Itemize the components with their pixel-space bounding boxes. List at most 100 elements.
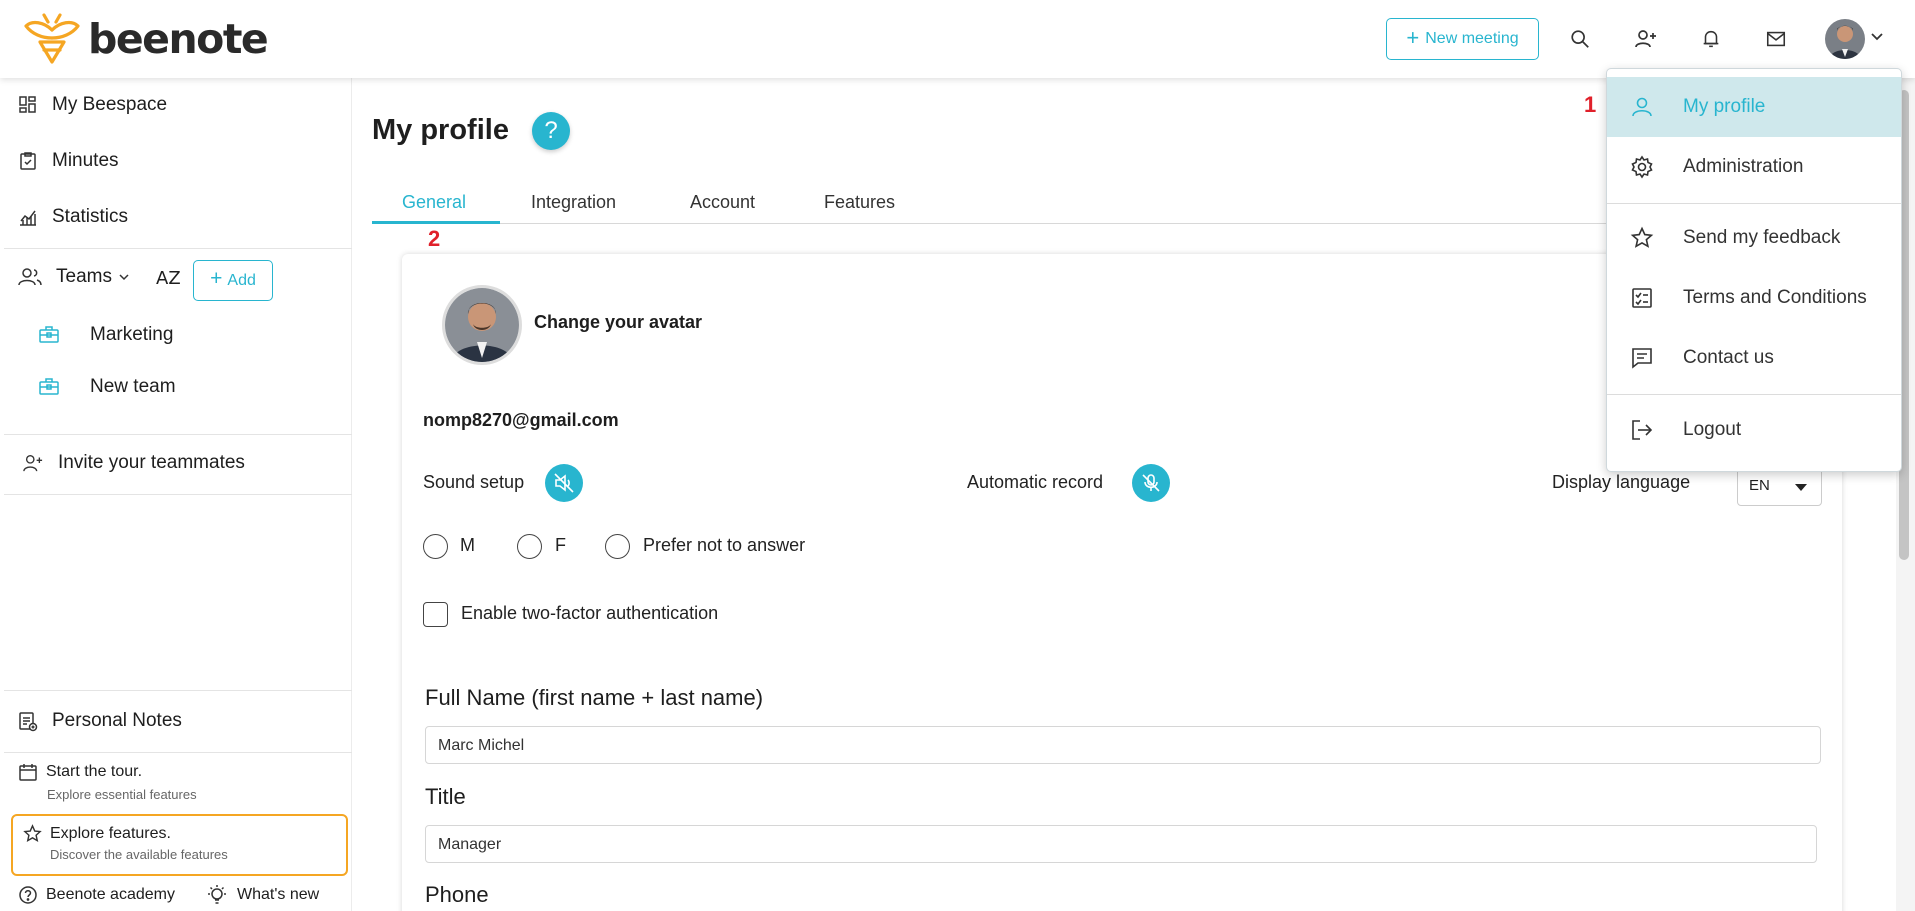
tab-features[interactable]: Features	[824, 192, 895, 213]
bell-icon[interactable]	[1696, 24, 1726, 54]
active-tab-indicator	[372, 221, 500, 224]
help-label: ?	[544, 117, 558, 144]
dashboard-icon	[19, 96, 36, 113]
add-user-icon[interactable]	[1631, 24, 1661, 54]
step-marker: 1	[1584, 92, 1597, 117]
menu-item-administration[interactable]: Administration	[1607, 137, 1901, 197]
mail-icon[interactable]	[1761, 24, 1791, 54]
title-input[interactable]: Manager	[425, 825, 1817, 863]
full-name-label: Full Name (first name + last name)	[425, 685, 764, 710]
divider	[1607, 394, 1901, 395]
lightbulb-icon	[207, 885, 226, 904]
gender-label-m: M	[460, 535, 475, 555]
automatic-record-label: Automatic record	[967, 472, 1104, 492]
gender-radio-prefer-not[interactable]	[605, 534, 630, 559]
bottom-links: Beenote academy What's new	[18, 884, 319, 906]
beenote-logo[interactable]: beenote	[22, 12, 269, 66]
menu-item-label: Logout	[1683, 419, 1742, 440]
gender-label-f: F	[555, 535, 566, 555]
help-button[interactable]: ?	[532, 112, 570, 150]
menu-item-my-profile[interactable]: My profile	[1607, 77, 1901, 137]
menu-item-label: Administration	[1683, 156, 1804, 177]
invite-teammates-link[interactable]: Invite your teammates	[22, 452, 245, 474]
step-marker: 2	[428, 226, 441, 251]
divider	[4, 494, 352, 495]
tour-title: Start the tour.	[46, 763, 143, 780]
sidebar-item-minutes[interactable]: Minutes	[18, 150, 119, 172]
search-icon[interactable]	[1565, 24, 1595, 54]
personal-notes-label: Personal Notes	[52, 710, 182, 731]
microphone-off-icon	[1142, 474, 1160, 492]
briefcase-icon	[38, 324, 60, 349]
tab-general[interactable]: General	[402, 192, 466, 213]
divider	[4, 434, 352, 435]
chevron-down-icon	[119, 274, 129, 281]
plus-icon: +	[1406, 24, 1420, 50]
new-meeting-button[interactable]: + New meeting	[1386, 18, 1539, 60]
menu-item-terms[interactable]: Terms and Conditions	[1607, 268, 1901, 328]
teams-toggle[interactable]: Teams	[18, 266, 130, 288]
explore-title: Explore features.	[50, 824, 171, 842]
language-select[interactable]: EN	[1737, 466, 1822, 506]
sort-az-icon[interactable]: AZ	[156, 268, 181, 289]
add-team-button[interactable]: + Add	[193, 260, 273, 301]
team-label: Marketing	[90, 324, 174, 345]
two-factor-label: Enable two-factor authentication	[461, 603, 719, 623]
sidebar-item-label: Minutes	[52, 150, 119, 171]
user-avatar[interactable]	[1825, 19, 1865, 59]
full-name-input[interactable]: Marc Michel	[425, 726, 1821, 764]
menu-item-label: Contact us	[1683, 347, 1774, 368]
tab-account[interactable]: Account	[690, 192, 755, 213]
top-bar: beenote + New meeting	[0, 0, 1915, 78]
help-circle-icon	[19, 886, 37, 904]
change-avatar-link[interactable]: Change your avatar	[534, 312, 702, 333]
chart-icon	[20, 210, 36, 226]
calendar-icon	[19, 764, 37, 781]
whats-new-link[interactable]: What's new	[237, 886, 319, 904]
two-factor-checkbox[interactable]	[423, 602, 448, 627]
star-icon	[23, 824, 42, 843]
profile-avatar[interactable]	[442, 285, 522, 365]
team-icon	[18, 268, 42, 286]
tour-subtitle: Explore essential features	[47, 787, 197, 802]
logo-text: beenote	[88, 15, 269, 63]
clipboard-check-icon	[20, 152, 36, 170]
gear-icon	[1629, 154, 1655, 180]
menu-item-label: Send my feedback	[1683, 227, 1841, 248]
sidebar-item-statistics[interactable]: Statistics	[18, 206, 128, 228]
menu-item-logout[interactable]: Logout	[1607, 400, 1901, 460]
title-label: Title	[425, 784, 466, 809]
user-icon	[1629, 94, 1655, 120]
beenote-academy-link[interactable]: Beenote academy	[46, 886, 175, 904]
menu-item-send-feedback[interactable]: Send my feedback	[1607, 208, 1901, 268]
page-title: My profile	[372, 114, 509, 146]
menu-item-contact-us[interactable]: Contact us	[1607, 328, 1901, 388]
divider	[4, 248, 352, 249]
menu-item-label: Terms and Conditions	[1683, 287, 1867, 308]
team-label: New team	[90, 376, 176, 397]
gender-radio-m[interactable]	[423, 534, 448, 559]
logout-icon	[1629, 417, 1655, 443]
title-value: Manager	[438, 836, 502, 853]
team-item-new-team[interactable]: New team	[90, 376, 176, 398]
add-label: Add	[227, 271, 256, 289]
automatic-record-toggle[interactable]	[1132, 464, 1170, 502]
tab-integration[interactable]: Integration	[531, 192, 616, 213]
display-language-label: Display language	[1552, 472, 1691, 492]
gender-label-prefer-not: Prefer not to answer	[643, 535, 806, 555]
start-tour-link[interactable]: Start the tour. Explore essential featur…	[18, 762, 197, 802]
team-item-marketing[interactable]: Marketing	[90, 324, 173, 346]
personal-notes-link[interactable]: Personal Notes	[18, 710, 182, 732]
new-meeting-label: New meeting	[1425, 30, 1519, 47]
gender-radio-f[interactable]	[517, 534, 542, 559]
explore-features-link[interactable]: Explore features. Discover the available…	[11, 814, 348, 876]
chevron-down-icon[interactable]	[1870, 30, 1884, 49]
checklist-icon	[1629, 285, 1655, 311]
plus-icon: +	[210, 267, 223, 290]
teams-label: Teams	[56, 266, 112, 287]
sound-setup-label: Sound setup	[423, 472, 525, 492]
sound-toggle[interactable]	[545, 464, 583, 502]
sidebar-item-my-beespace[interactable]: My Beespace	[18, 94, 167, 116]
user-menu-dropdown: My profile Administration Send my feedba…	[1606, 68, 1902, 472]
sidebar-item-label: My Beespace	[52, 94, 168, 115]
